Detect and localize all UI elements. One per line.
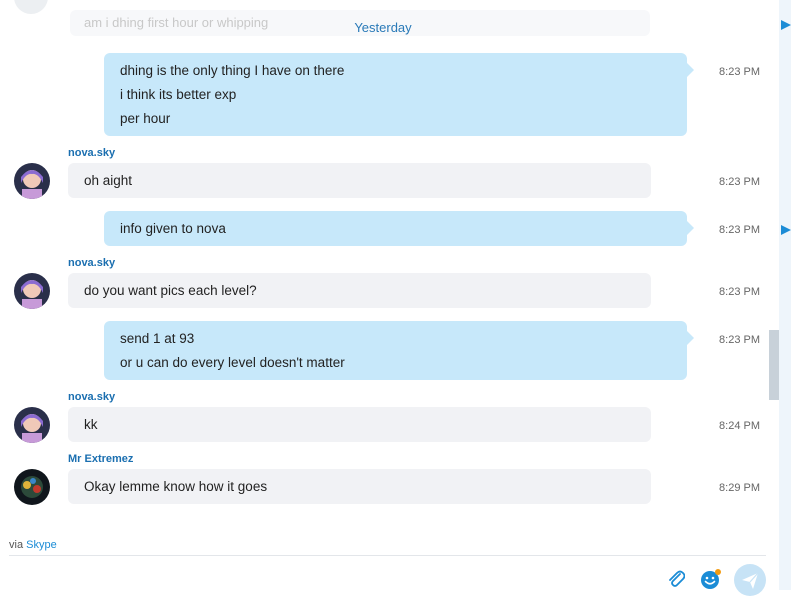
avatar[interactable] <box>14 273 50 309</box>
date-separator: Yesterday <box>354 20 412 35</box>
conversation-view: am i dhing first hour or whipping Yester… <box>0 0 779 505</box>
message-line: Okay lemme know how it goes <box>84 479 268 494</box>
message-line: i think its better exp <box>120 87 237 102</box>
window-edge <box>779 0 791 590</box>
sender-name[interactable]: Mr Extremez <box>68 453 133 465</box>
message-timestamp: 8:23 PM <box>719 176 760 188</box>
message-line: info given to nova <box>120 221 226 236</box>
message-line: do you want pics each level? <box>84 283 257 298</box>
message-timestamp: 8:24 PM <box>719 420 760 432</box>
scroll-indicator-icon <box>781 225 791 235</box>
via-prefix: via <box>9 539 24 551</box>
avatar <box>14 0 48 14</box>
message-timestamp: 8:23 PM <box>719 66 760 78</box>
sender-name[interactable]: nova.sky <box>68 147 115 159</box>
message-line: per hour <box>120 111 171 126</box>
outgoing-message-bubble[interactable]: dhing is the only thing I have on there … <box>104 53 694 136</box>
via-skype-label: via Skype <box>9 539 57 551</box>
emoticon-icon[interactable] <box>700 568 722 590</box>
message-composer[interactable] <box>9 556 766 596</box>
outgoing-message-bubble[interactable]: info given to nova <box>104 211 694 246</box>
avatar[interactable] <box>14 163 50 199</box>
send-icon[interactable] <box>733 563 767 597</box>
incoming-message-bubble[interactable]: kk <box>68 407 651 442</box>
message-line: or u can do every level doesn't matter <box>120 355 345 370</box>
message-line: send 1 at 93 <box>120 331 195 346</box>
message-timestamp: 8:23 PM <box>719 224 760 236</box>
paperclip-icon[interactable] <box>667 568 685 588</box>
sender-name[interactable]: nova.sky <box>68 391 115 403</box>
avatar[interactable] <box>14 407 50 443</box>
message-timestamp: 8:23 PM <box>719 286 760 298</box>
incoming-message-bubble[interactable]: do you want pics each level? <box>68 273 651 308</box>
sender-name[interactable]: nova.sky <box>68 257 115 269</box>
skype-link[interactable]: Skype <box>26 539 57 551</box>
avatar[interactable] <box>14 469 50 505</box>
message-timestamp: 8:23 PM <box>719 334 760 346</box>
message-timestamp: 8:29 PM <box>719 482 760 494</box>
outgoing-message-bubble[interactable]: send 1 at 93 or u can do every level doe… <box>104 321 694 380</box>
message-line: dhing is the only thing I have on there <box>120 63 345 78</box>
message-line: kk <box>84 417 98 432</box>
message-line: oh aight <box>84 173 133 188</box>
incoming-message-bubble[interactable]: oh aight <box>68 163 651 198</box>
incoming-message-bubble[interactable]: Okay lemme know how it goes <box>68 469 651 504</box>
scrollbar-thumb[interactable] <box>769 330 779 400</box>
scroll-indicator-icon <box>781 20 791 30</box>
